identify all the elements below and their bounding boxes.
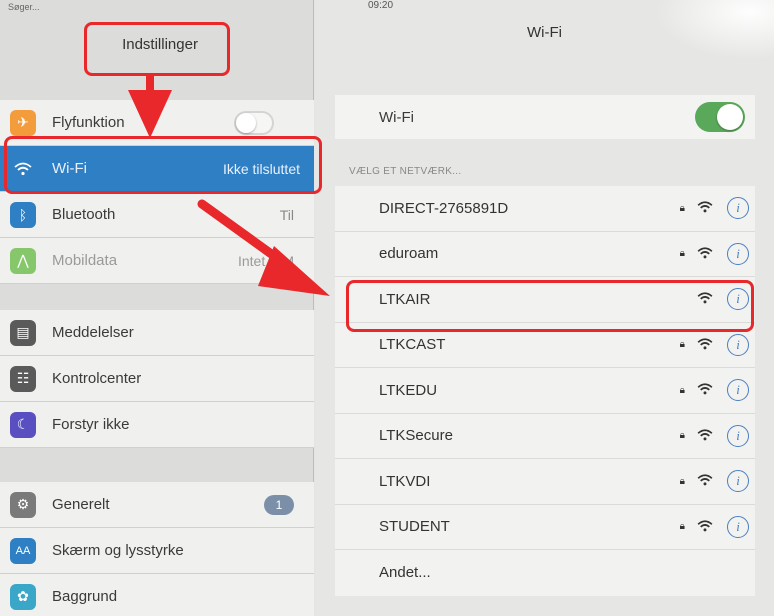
arrow-down-icon [128,76,172,138]
lock-icon: 🔒︎ [679,339,685,351]
sidebar-item-label: Forstyr ikke [52,416,130,433]
network-name: LTKEDU [379,381,438,399]
sidebar-item-baggrund[interactable]: ✿ Baggrund [0,574,314,616]
wifi-signal-icon [697,428,713,445]
sidebar-item-forstyr-ikke[interactable]: ☾ Forstyr ikke [0,402,314,448]
other-network-label: Andet... [379,564,431,582]
info-icon[interactable]: i [727,333,749,356]
network-item[interactable]: DIRECT-2765891D 🔒︎ i [335,186,755,232]
sidebar-item-skaerm-og-lysstyrke[interactable]: AA Skærm og lysstyrke [0,528,314,574]
lock-icon: 🔒︎ [679,521,685,533]
screen-glare [654,0,774,60]
arrow-diagonal-icon [197,199,330,296]
sidebar-item-label: Mobildata [52,252,118,269]
network-item[interactable]: LTKEDU 🔒︎ i [335,368,755,414]
lock-icon: 🔒︎ [679,475,685,487]
wifi-toggle-label: Wi-Fi [379,108,414,126]
wifi-signal-icon [697,200,713,217]
network-item[interactable]: LTKSecure 🔒︎ i [335,414,755,459]
lock-icon: 🔒︎ [679,384,685,396]
network-list: DIRECT-2765891D 🔒︎ i eduroam 🔒︎ i LTKAIR… [335,186,755,596]
highlight-box-indstillinger [84,22,230,76]
moon-icon: ☾ [10,411,36,438]
network-other[interactable]: Andet... [335,550,755,596]
sidebar-item-label: Meddelelser [52,324,134,341]
sidebar-item-generelt[interactable]: ⚙ Generelt 1 [0,482,314,528]
network-name: LTKSecure [379,427,453,445]
info-icon[interactable]: i [727,242,749,265]
sidebar-item-label: Bluetooth [52,206,116,223]
antenna-icon: ⋀ [10,247,36,274]
flyfunktion-toggle[interactable] [234,110,274,135]
network-name: STUDENT [379,518,450,536]
network-name: eduroam [379,245,439,263]
sidebar-item-label: Baggrund [52,588,118,605]
network-item[interactable]: LTKVDI 🔒︎ i [335,459,755,505]
ipad-screen: Søger... Indstillinger ✈ Flyfunktion Wi-… [0,0,774,616]
bluetooth-icon: ᛒ [10,201,36,228]
wallpaper-icon: ✿ [10,583,36,610]
wifi-signal-icon [697,337,713,354]
sidebar-group-general: ⚙ Generelt 1 AA Skærm og lysstyrke ✿ Bag… [0,482,314,616]
wifi-signal-icon [697,519,713,536]
control-center-icon: ☷ [10,365,36,392]
lock-icon: 🔒︎ [679,430,685,442]
display-icon: AA [10,537,36,564]
network-section-header: VÆLG ET NETVÆRK... [349,166,462,177]
wifi-signal-icon [697,382,713,399]
sidebar-group-notifications: ▤ Meddelelser ☷ Kontrolcenter ☾ Forstyr … [0,310,314,448]
wifi-signal-icon [697,473,713,490]
network-name: DIRECT-2765891D [379,199,509,217]
info-icon[interactable]: i [727,379,749,402]
network-name: LTKCAST [379,336,446,354]
sidebar-item-label: Generelt [52,496,110,513]
wifi-toggle-row: Wi-Fi [335,95,755,139]
info-icon[interactable]: i [727,470,749,493]
lock-icon: 🔒︎ [679,202,685,214]
sidebar-item-label: Skærm og lysstyrke [52,542,184,559]
lock-icon: 🔒︎ [679,248,685,260]
update-badge: 1 [264,494,294,515]
carrier-status: Søger... [8,2,40,12]
airplane-icon: ✈ [10,109,36,136]
highlight-box-wifi [4,136,322,194]
wifi-signal-icon [697,246,713,263]
info-icon[interactable]: i [727,424,749,447]
notifications-icon: ▤ [10,319,36,346]
status-time: 09:20 [368,0,394,11]
sidebar-item-kontrolcenter[interactable]: ☷ Kontrolcenter [0,356,314,402]
gear-icon: ⚙ [10,491,36,518]
network-item[interactable]: STUDENT 🔒︎ i [335,505,755,550]
sidebar-item-meddelelser[interactable]: ▤ Meddelelser [0,310,314,356]
highlight-box-ltkair [346,280,754,332]
info-icon[interactable]: i [727,197,749,220]
sidebar-item-label: Kontrolcenter [52,370,142,387]
wifi-toggle[interactable] [695,102,745,132]
sidebar-item-label: Flyfunktion [52,114,125,131]
network-item[interactable]: eduroam 🔒︎ i [335,232,755,277]
network-name: LTKVDI [379,472,431,490]
info-icon[interactable]: i [727,515,749,538]
